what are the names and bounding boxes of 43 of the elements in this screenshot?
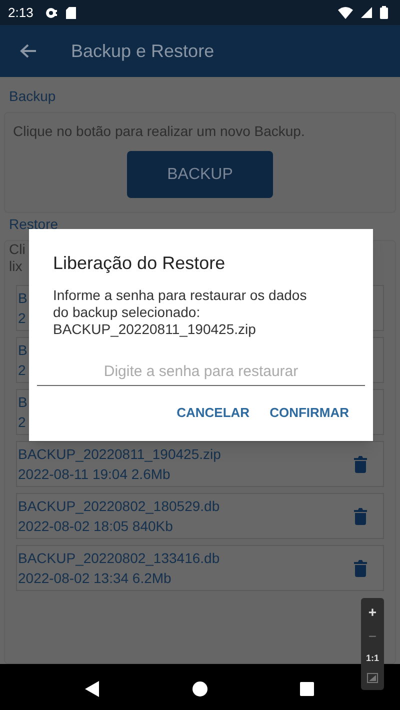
file-name: B	[18, 342, 28, 358]
backup-file-item[interactable]: BACKUP_20220802_133416.db 2022-08-02 13:34 6.2Mb	[16, 545, 384, 591]
backup-file-item[interactable]: BACKUP_20220802_180529.db 2022-08-02 18:05 840Kb	[16, 493, 384, 539]
trash-icon[interactable]	[354, 508, 367, 524]
section-heading: Backup	[8, 87, 57, 106]
back-arrow-icon[interactable]	[19, 43, 37, 59]
file-details: 2	[18, 362, 26, 378]
zoom-out-button[interactable]: −	[368, 629, 377, 643]
file-name: BACKUP_20220811_190425.zip	[18, 446, 221, 462]
file-details: 2	[18, 414, 26, 430]
back-icon[interactable]	[85, 681, 102, 697]
signal-icon	[361, 7, 372, 18]
backup-file-item[interactable]: BACKUP_20220811_190425.zip 2022-08-11 19:04 2.6Mb	[16, 441, 384, 487]
trash-icon[interactable]	[354, 560, 367, 576]
file-details: 2022-08-11 19:04 2.6Mb	[18, 466, 170, 482]
cancel-button[interactable]: CANCELAR	[174, 403, 252, 422]
backup-button[interactable]: BACKUP	[127, 151, 273, 198]
sync-icon	[45, 6, 58, 18]
confirm-button[interactable]: CONFIRMAR	[268, 403, 351, 422]
trash-icon[interactable]	[354, 456, 367, 472]
dialog-message: Informe a senha para restaurar os dados do backup selecionado: BACKUP_20220811_190425.zip	[53, 287, 308, 338]
dialog-title: Liberação do Restore	[53, 252, 226, 275]
file-details: 2	[18, 310, 26, 326]
password-field[interactable]: Digite a senha para restaurar	[37, 358, 365, 386]
file-name: BACKUP_20220802_180529.db	[18, 498, 220, 514]
home-icon[interactable]	[192, 681, 208, 697]
backup-description: Clique no botão para realizar um novo Backup.	[12, 122, 305, 141]
actual-size-button[interactable]: 1:1	[366, 653, 379, 663]
file-name: BACKUP_20220802_133416.db	[18, 550, 220, 566]
file-details: 2022-08-02 18:05 840Kb	[18, 518, 173, 534]
clock: 2:13	[8, 4, 34, 22]
file-name: B	[18, 290, 28, 306]
zoom-in-button[interactable]: +	[368, 605, 377, 619]
recents-icon[interactable]	[298, 681, 315, 697]
battery-icon	[380, 6, 388, 19]
restore-description: Cli lix	[9, 241, 26, 275]
file-name: B	[18, 394, 28, 410]
fit-screen-icon[interactable]	[367, 673, 378, 683]
sd-card-icon	[66, 6, 76, 18]
screen-title: Backup e Restore	[71, 40, 214, 63]
file-details: 2022-08-02 13:34 6.2Mb	[18, 570, 172, 586]
wifi-icon	[338, 6, 353, 18]
section-heading: Restore	[8, 216, 60, 232]
